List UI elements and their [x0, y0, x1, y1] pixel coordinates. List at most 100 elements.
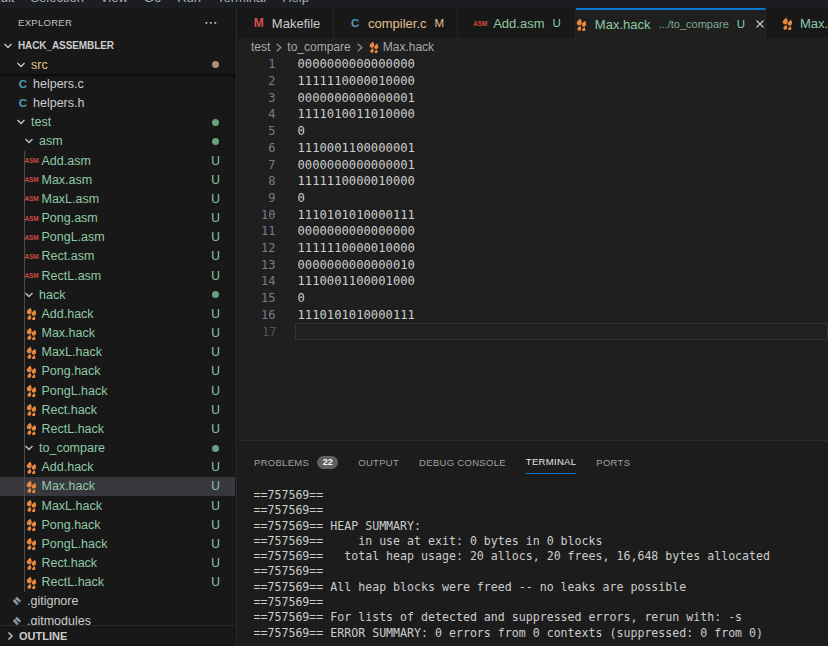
breadcrumb-item-test[interactable]: test: [251, 40, 270, 54]
asm-file-icon: ASM: [24, 268, 40, 284]
git-status-badge: U: [211, 249, 220, 263]
hack-flame-icon: [24, 517, 40, 533]
code-line: 41111010011010000: [238, 106, 828, 123]
line-text: 0: [298, 191, 305, 205]
tree-folder-asm[interactable]: asm: [0, 132, 235, 151]
outline-section-header[interactable]: OUTLINE: [0, 625, 235, 646]
tree-file-maxl.hack[interactable]: MaxL.hackU: [0, 496, 235, 515]
breadcrumb: test to_compare Max.hack: [238, 38, 828, 56]
tree-file-pong.asm[interactable]: ASMPong.asmU: [0, 209, 235, 228]
editor-tab-compiler-c[interactable]: Ccompiler.cM: [334, 8, 458, 38]
tree-file-max.hack[interactable]: Max.hackU: [0, 324, 235, 343]
terminal-line: ==757569==: [254, 503, 828, 518]
tree-item-label: Add.hack: [42, 307, 94, 321]
git-status-badge: U: [211, 154, 220, 168]
code-line: 150: [238, 290, 828, 307]
editor-tab-makefile[interactable]: MMakefile: [238, 8, 334, 38]
tree-item-label: Rect.hack: [42, 556, 98, 570]
tree-file-pongl.asm[interactable]: ASMPongL.asmU: [0, 228, 235, 247]
line-number: 13: [238, 258, 276, 272]
panel-tab-debug-console[interactable]: DEBUG CONSOLE: [419, 450, 506, 474]
tree-item-label: .gitignore: [27, 594, 78, 608]
problems-count-badge: 22: [317, 456, 338, 469]
panel-tab-ports[interactable]: PORTS: [596, 450, 630, 474]
terminal-line: ==757569== ERROR SUMMARY: 0 errors from …: [254, 626, 828, 641]
git-status-badge: U: [211, 345, 220, 359]
editor-tab-add-asm[interactable]: ASMAdd.asmU: [458, 8, 576, 38]
asm-file-icon: ASM: [24, 229, 40, 245]
panel-tab-output[interactable]: OUTPUT: [358, 450, 399, 474]
menu-item-go[interactable]: Go: [136, 0, 169, 5]
terminal-line: ==757569== All heap blocks were freed --…: [254, 580, 828, 595]
line-number: 6: [238, 141, 276, 155]
hack-flame-icon: [24, 383, 40, 399]
code-line: 141110001100001000: [238, 273, 828, 290]
menu-item-view[interactable]: View: [92, 0, 136, 5]
asm-file-icon: ASM: [24, 172, 40, 188]
breadcrumb-item-to_compare[interactable]: to_compare: [287, 40, 350, 54]
tree-file-pongl.hack[interactable]: PongL.hackU: [0, 381, 235, 400]
tree-file-rectl.hack[interactable]: RectL.hackU: [0, 573, 235, 592]
terminal-output[interactable]: ==757569====757569====757569== HEAP SUMM…: [254, 488, 828, 641]
menu-item-terminal[interactable]: Terminal: [209, 0, 274, 5]
git-status-badge: U: [211, 269, 220, 283]
code-line: 101110101010000111: [238, 206, 828, 223]
tree-file-add.hack[interactable]: Add.hackU: [0, 458, 235, 477]
editor-tab-max-hack[interactable]: Max.hack.../to_compareU: [576, 8, 766, 38]
menu-item-help[interactable]: Help: [274, 0, 317, 5]
sticky-scroll-shadow: [0, 74, 235, 78]
menu-item-run[interactable]: Run: [169, 0, 209, 5]
explorer-header: EXPLORER ⋯: [0, 8, 235, 36]
editor-tab-max-h[interactable]: Max.h: [766, 8, 828, 38]
tree-file-helpers.h[interactable]: Chelpers.h: [0, 94, 235, 113]
tree-file-rect.hack[interactable]: Rect.hackU: [0, 554, 235, 573]
tree-file-max.hack[interactable]: Max.hackU: [0, 477, 235, 496]
outline-label: OUTLINE: [19, 630, 67, 642]
git-status-badge: U: [211, 403, 220, 417]
hack-flame-icon: [24, 306, 40, 322]
tree-file-rectl.asm[interactable]: ASMRectL.asmU: [0, 266, 235, 285]
panel-tab-problems[interactable]: PROBLEMS22: [254, 450, 338, 474]
tab-git-status-badge: U: [553, 17, 561, 29]
tree-file-rect.hack[interactable]: Rect.hackU: [0, 400, 235, 419]
tree-file-pong.hack[interactable]: Pong.hackU: [0, 362, 235, 381]
tree-item-label: Pong.asm: [42, 211, 98, 225]
git-status-dot: [212, 119, 219, 126]
tree-file-gitignore[interactable]: .gitignore: [0, 592, 235, 611]
panel-tab-label: PORTS: [596, 457, 630, 468]
tree-file-rect.asm[interactable]: ASMRect.asmU: [0, 247, 235, 266]
menu-item-selection[interactable]: Selection: [22, 0, 91, 5]
hack-flame-icon: [24, 459, 40, 475]
panel-tab-terminal[interactable]: TERMINAL: [526, 450, 576, 474]
tree-file-max.asm[interactable]: ASMMax.asmU: [0, 170, 235, 189]
tree-item-label: Add.hack: [42, 460, 94, 474]
breadcrumb-item-max.hack[interactable]: Max.hack: [383, 40, 434, 54]
tree-file-rectl.hack[interactable]: RectL.hackU: [0, 419, 235, 438]
hack-flame-icon: [24, 498, 40, 514]
line-text: 0000000000000001: [298, 158, 415, 172]
tree-file-add.hack[interactable]: Add.hackU: [0, 304, 235, 323]
tree-item-label: Max.hack: [42, 326, 96, 340]
tree-file-pongl.hack[interactable]: PongL.hackU: [0, 534, 235, 553]
explorer-more-actions-icon[interactable]: ⋯: [204, 18, 219, 26]
tree-folder-to_compare[interactable]: to_compare: [0, 439, 235, 458]
hack-flame-icon: [24, 325, 40, 341]
line-number: 15: [238, 291, 276, 305]
line-text: 1111110000010000: [298, 241, 415, 255]
tree-file-pong.hack[interactable]: Pong.hackU: [0, 515, 235, 534]
tree-file-add.asm[interactable]: ASMAdd.asmU: [0, 151, 235, 170]
git-status-badge: U: [211, 518, 220, 532]
tree-folder-hack_assembler[interactable]: HACK_ASSEMBLER: [0, 36, 235, 55]
line-text: 0: [298, 124, 305, 138]
tree-folder-test[interactable]: test: [0, 113, 235, 132]
tree-file-maxl.hack[interactable]: MaxL.hackU: [0, 343, 235, 362]
tree-folder-src[interactable]: src: [0, 55, 235, 74]
git-status-badge: U: [211, 499, 220, 513]
code-line: 121111110000010000: [238, 240, 828, 257]
tree-file-maxl.asm[interactable]: ASMMaxL.asmU: [0, 189, 235, 208]
line-text: 0000000000000001: [298, 91, 415, 105]
line-number: 3: [238, 91, 276, 105]
asm-file-icon: ASM: [24, 153, 40, 169]
tree-folder-hack[interactable]: hack: [0, 285, 235, 304]
menu-item-edit[interactable]: Edit: [0, 0, 22, 5]
